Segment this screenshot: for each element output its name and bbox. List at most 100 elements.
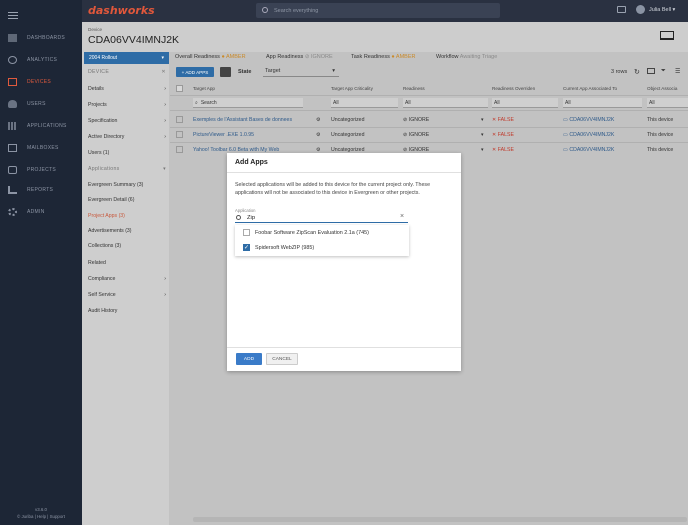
status-value: Awaiting Triage	[459, 54, 498, 60]
cancel-button[interactable]: CANCEL	[266, 353, 298, 365]
chevron-down-icon[interactable]: ▾	[481, 132, 484, 138]
add-button[interactable]: ADD	[236, 353, 262, 365]
refresh-icon[interactable]: ↻	[634, 68, 640, 76]
filter-icon[interactable]: ⏷	[661, 68, 666, 75]
clear-icon[interactable]: ×	[400, 213, 404, 220]
side-item-related[interactable]: Related	[88, 260, 166, 266]
criticality-filter[interactable]: All	[331, 98, 398, 108]
chevron-down-icon[interactable]: ▾	[481, 147, 484, 153]
tab-workflow[interactable]: Workflow Awaiting Triage	[436, 54, 497, 60]
tab-task-readiness[interactable]: Task Readiness ● AMBER	[351, 54, 415, 60]
filter-value: All	[405, 99, 411, 106]
readiness[interactable]: ⊘ IGNORE	[403, 117, 429, 123]
close-icon[interactable]: ✕	[161, 69, 166, 75]
divider	[170, 127, 688, 128]
state-label: State	[238, 69, 252, 75]
col-criticality[interactable]: Target App Criticality	[331, 86, 373, 91]
side-item-compliance[interactable]: Compliance ›	[88, 276, 166, 282]
associated-device[interactable]: ▭ CDA06VV4IMNJ2K	[563, 132, 614, 138]
nav-dashboards[interactable]: DASHBOARDS	[0, 28, 82, 48]
side-item-self-service[interactable]: Self Service ›	[88, 292, 166, 298]
comment-icon[interactable]	[647, 68, 655, 74]
current-app-filter[interactable]: All	[563, 98, 642, 108]
add-apps-button[interactable]: + ADD APPS	[176, 67, 214, 77]
option-foobar-zipscan[interactable]: Foobar Software ZipScan Evaluation 2.1a …	[243, 229, 369, 236]
horizontal-scrollbar[interactable]	[193, 517, 687, 522]
associated-device[interactable]: ▭ CDA06VV4IMNJ2K	[563, 147, 614, 153]
columns-icon[interactable]: ☰	[675, 68, 680, 75]
settings-icon[interactable]	[220, 67, 231, 77]
row-checkbox[interactable]	[176, 116, 183, 123]
chevron-down-icon[interactable]: ▾	[481, 117, 484, 123]
chat-icon[interactable]	[617, 6, 626, 13]
nav-mailboxes[interactable]: MAILBOXES	[0, 138, 82, 158]
nav-admin[interactable]: ADMIN	[0, 202, 82, 222]
overriden-filter[interactable]: All	[492, 98, 558, 108]
col-object-association[interactable]: Object Associa	[647, 86, 677, 91]
nav-users[interactable]: USERS	[0, 94, 82, 114]
side-item-label: Project Apps (3)	[88, 213, 125, 219]
object-association: This device	[647, 117, 674, 123]
divider	[170, 110, 688, 111]
footer-links[interactable]: © Juriba | Help | Support	[0, 514, 82, 519]
menu-icon[interactable]	[8, 12, 18, 21]
side-item-specification[interactable]: Specification ›	[88, 118, 166, 124]
associated-device[interactable]: ▭ CDA06VV4IMNJ2K	[563, 117, 614, 123]
logo[interactable]: dashworks	[88, 4, 155, 17]
side-item-project-apps[interactable]: Project Apps (3)	[88, 213, 166, 219]
option-checkbox-checked[interactable]: ✓	[243, 244, 250, 251]
target-select[interactable]: Target ▾	[263, 66, 339, 77]
nav-analytics[interactable]: ANALYTICS	[0, 50, 82, 70]
readiness-value: IGNORE	[408, 132, 430, 138]
gear-icon[interactable]: ⚙	[316, 132, 321, 138]
readiness[interactable]: ⊘ IGNORE	[403, 132, 429, 138]
readiness-filter[interactable]: All	[403, 98, 488, 108]
side-item-details[interactable]: Details ›	[88, 86, 166, 92]
side-item-users[interactable]: Users (1)	[88, 150, 166, 156]
nav-label: DASHBOARDS	[27, 35, 66, 41]
override: ✕ FALSE	[492, 117, 514, 123]
side-item-projects[interactable]: Projects ›	[88, 102, 166, 108]
user-menu[interactable]: Julia Bell ▾	[636, 5, 675, 14]
side-item-evergreen-summary[interactable]: Evergreen Summary (3)	[88, 182, 166, 188]
option-spidersoft-webzip[interactable]: ✓ Spidersoft WebZIP (985)	[243, 244, 314, 251]
side-item-evergreen-detail[interactable]: Evergreen Detail (6)	[88, 197, 166, 203]
app-link[interactable]: Exemples de l'Assistant Bases de donnees	[193, 117, 292, 123]
side-item-active-directory[interactable]: Active Directory ›	[88, 134, 166, 140]
nav-applications[interactable]: APPLICATIONS	[0, 116, 82, 136]
row-checkbox[interactable]	[176, 131, 183, 138]
side-item-collections[interactable]: Collections (3)	[88, 243, 166, 249]
col-readiness[interactable]: Readiness	[403, 86, 425, 91]
row-checkbox[interactable]	[176, 146, 183, 153]
side-item-label: Advertisements (3)	[88, 228, 132, 234]
nav-label: REPORTS	[27, 187, 54, 193]
global-search-input[interactable]: Search everything	[256, 3, 500, 18]
app-link[interactable]: PictureViewer .EXE 1.0.95	[193, 132, 254, 138]
target-app-search[interactable]: ⌕ Search	[193, 98, 303, 108]
col-readiness-overriden[interactable]: Readiness Overriden	[492, 86, 535, 91]
project-selector[interactable]: 2004 Rollout ▾	[84, 52, 169, 64]
tab-overall-readiness[interactable]: Overall Readiness ● AMBER	[175, 54, 246, 60]
nav-devices[interactable]: DEVICES	[0, 72, 82, 92]
gear-icon[interactable]: ⚙	[316, 117, 321, 123]
tab-app-readiness[interactable]: App Readiness ⊘ IGNORE	[266, 54, 333, 60]
readiness-value: IGNORE	[408, 117, 430, 123]
nav-projects[interactable]: PROJECTS	[0, 160, 82, 180]
col-target-app[interactable]: Target App	[193, 86, 215, 91]
side-item-label: Compliance	[88, 276, 116, 282]
col-current-app[interactable]: Current App Associated To	[563, 86, 617, 91]
search-placeholder: Search everything	[274, 7, 319, 14]
option-checkbox[interactable]	[243, 229, 250, 236]
select-all-checkbox[interactable]	[176, 85, 183, 92]
object-filter[interactable]: All	[647, 98, 688, 108]
search-icon	[236, 215, 241, 220]
dialog-description: Selected applications will be added to t…	[235, 182, 431, 196]
chevron-right-icon: ›	[164, 118, 166, 124]
chevron-down-icon: ▾	[161, 55, 164, 61]
section-applications[interactable]: Applications ▾	[88, 166, 166, 172]
side-item-audit-history[interactable]: Audit History	[88, 308, 166, 314]
application-search-input[interactable]: Zip	[235, 213, 408, 223]
side-item-advertisements[interactable]: Advertisements (3)	[88, 228, 166, 234]
nav-reports[interactable]: REPORTS	[0, 180, 82, 200]
chevron-down-icon: ▾	[332, 68, 335, 74]
